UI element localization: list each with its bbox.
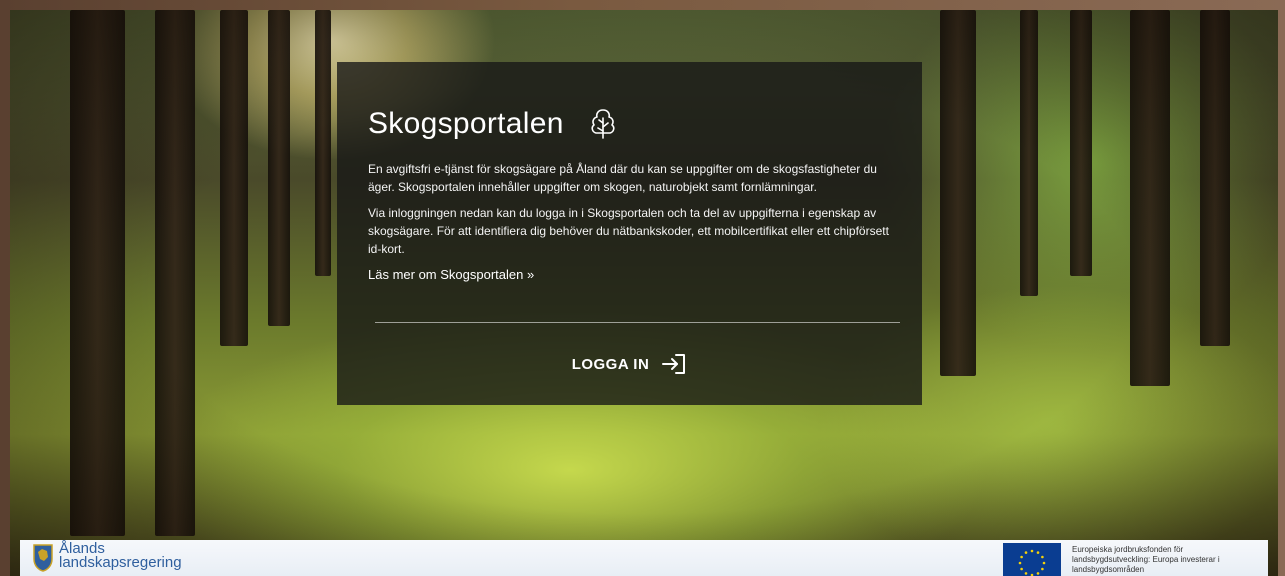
screen: Skogsportalen En avgiftsfri e-tjänst för… — [10, 10, 1278, 576]
page-title: Skogsportalen — [368, 107, 564, 140]
login-button[interactable]: LOGGA IN — [337, 349, 922, 379]
intro-card: Skogsportalen En avgiftsfri e-tjänst för… — [337, 62, 922, 405]
login-info-text: Via inloggningen nedan kan du logga in i… — [368, 206, 889, 256]
tree-trunk — [1020, 10, 1038, 296]
logo-line-2: landskapsregering — [59, 554, 182, 571]
login-button-label: LOGGA IN — [571, 355, 650, 373]
divider — [375, 322, 900, 323]
tree-trunk — [70, 10, 125, 536]
aland-government-logo[interactable]: Ålands landskapsregering — [32, 541, 182, 572]
eu-funding-text: Europeiska jordbruksfonden för landsbygd… — [1072, 545, 1220, 574]
tree-trunk — [220, 10, 248, 346]
tree-trunk — [315, 10, 331, 276]
tree-trunk — [1200, 10, 1230, 346]
tree-trunk — [1130, 10, 1170, 386]
crest-icon — [32, 542, 54, 572]
tree-trunk — [1070, 10, 1092, 276]
read-more-link[interactable]: Läs mer om Skogsportalen » — [368, 267, 534, 282]
tree-trunk — [940, 10, 976, 376]
card-header: Skogsportalen — [368, 100, 892, 148]
intro-text: En avgiftsfri e-tjänst för skogsägare på… — [368, 162, 877, 194]
login-arrow-icon — [661, 353, 687, 375]
tree-trunk — [155, 10, 195, 536]
logo-text: Ålands landskapsregering — [59, 541, 182, 571]
tree-trunk — [268, 10, 290, 326]
eu-flag-icon — [1003, 543, 1061, 576]
footer: Ålands landskapsregering Europeiska jord… — [20, 540, 1268, 576]
tree-icon — [586, 107, 620, 141]
